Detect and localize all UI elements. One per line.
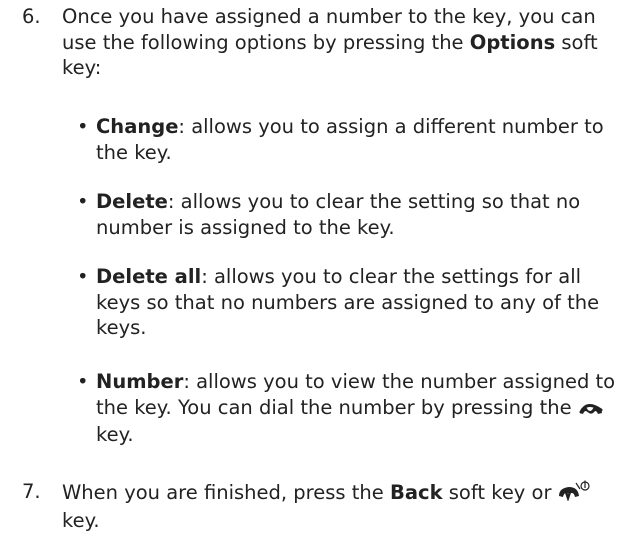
step-number: 6. xyxy=(22,5,41,28)
bullet: • xyxy=(77,370,89,393)
option-name: Delete xyxy=(96,190,168,213)
option-description: : allows you to clear the setting so tha… xyxy=(96,190,581,239)
option-name: Delete all xyxy=(96,265,202,288)
bullet: • xyxy=(77,115,89,138)
step-text: When you are finished, press the Back so… xyxy=(62,479,620,533)
option-delete: • Delete: allows you to clear the settin… xyxy=(77,189,622,240)
step-text: Once you have assigned a number to the k… xyxy=(62,5,598,79)
bullet: • xyxy=(77,265,89,288)
option-delete-all: • Delete all: allows you to clear the se… xyxy=(77,264,622,341)
option-number: • Number: allows you to view the number … xyxy=(77,370,616,446)
step-number: 7. xyxy=(22,480,41,503)
step-7: 7. When you are finished, press the Back… xyxy=(22,479,620,533)
option-name: Number xyxy=(96,370,184,393)
option-change: • Change: allows you to assign a differe… xyxy=(77,114,622,165)
send-key-icon xyxy=(578,397,604,423)
options-key-label: Options xyxy=(469,30,556,54)
back-key-label: Back xyxy=(390,481,443,504)
step-6: 6. Once you have assigned a number to th… xyxy=(22,4,620,81)
option-name: Change xyxy=(96,115,179,138)
end-power-key-icon xyxy=(558,479,592,508)
bullet: • xyxy=(77,190,89,213)
